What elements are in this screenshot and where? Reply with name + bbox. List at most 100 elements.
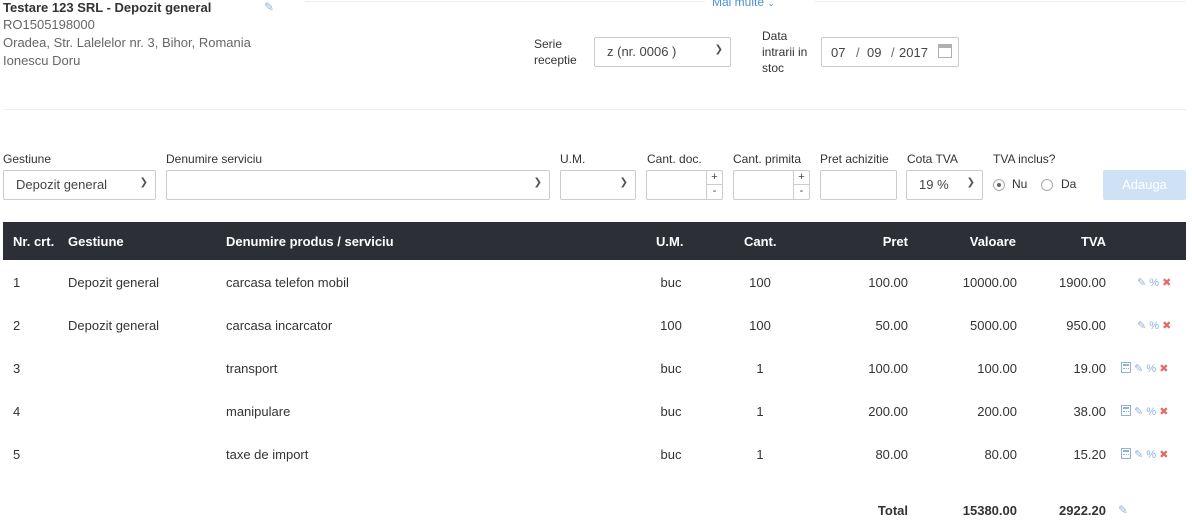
cell-valoare: 10000.00 <box>962 275 1017 290</box>
th-denumire: Denumire produs / serviciu <box>226 234 394 249</box>
cant-primita-input[interactable]: + - <box>733 170 810 200</box>
edit-company-pencil-icon[interactable]: ✎ <box>264 0 274 14</box>
date-label-line3: stoc <box>762 61 785 75</box>
discount-percent-icon[interactable]: % <box>1146 363 1156 375</box>
discount-percent-icon[interactable]: % <box>1146 406 1156 418</box>
row-actions: ✎ % ✖ <box>1137 276 1171 289</box>
cant-primita-minus-button[interactable]: - <box>794 185 809 198</box>
company-person: Ionescu Doru <box>3 53 81 68</box>
discount-percent-icon[interactable]: % <box>1149 277 1159 289</box>
delete-x-icon[interactable]: ✖ <box>1162 277 1171 289</box>
cell-um: buc <box>660 404 682 419</box>
cell-gestiune: Depozit general <box>68 318 160 333</box>
date-label: Data intrarii in stoc <box>762 28 807 76</box>
cant-doc-stepper[interactable]: + - <box>706 171 722 199</box>
cota-select-value: 19 % <box>919 177 949 192</box>
th-gestiune: Gestiune <box>68 234 124 249</box>
cell-cant: 100 <box>749 275 771 290</box>
edit-pencil-icon[interactable]: ✎ <box>1134 363 1143 375</box>
section-divider <box>3 109 1186 110</box>
delete-x-icon[interactable]: ✖ <box>1159 449 1168 461</box>
gestiune-select-value: Depozit general <box>16 177 108 192</box>
edit-pencil-icon[interactable]: ✎ <box>1134 406 1143 418</box>
cant-doc-minus-button[interactable]: - <box>707 185 722 198</box>
date-input[interactable]: 07 / 09 / 2017 <box>821 37 959 67</box>
cota-label: Cota TVA <box>907 152 958 166</box>
serie-label: Serie receptie <box>534 36 577 68</box>
cell-tva: 38.00 <box>1073 404 1106 419</box>
cell-tva: 950.00 <box>1066 318 1106 333</box>
edit-pencil-icon[interactable]: ✎ <box>1134 449 1143 461</box>
cell-valoare: 200.00 <box>977 404 1017 419</box>
gestiune-select[interactable]: Depozit general ❯ <box>3 170 156 200</box>
chevron-down-icon: ⌄ <box>767 0 775 8</box>
calculator-icon[interactable] <box>1121 362 1131 373</box>
cant-doc-plus-button[interactable]: + <box>707 171 722 185</box>
cell-denumire: carcasa telefon mobil <box>226 275 349 290</box>
total-label: Total <box>877 503 908 518</box>
calculator-icon[interactable] <box>1121 405 1131 416</box>
more-link[interactable]: Mai multe ⌄ <box>712 0 775 9</box>
cell-pret: 80.00 <box>875 447 908 462</box>
th-nr: Nr. crt. <box>13 234 55 249</box>
cell-cant: 1 <box>756 361 764 376</box>
cell-denumire: manipulare <box>226 404 291 419</box>
pret-label: Pret achizitie <box>820 152 889 166</box>
cell-nr: 1 <box>13 275 21 290</box>
serie-label-line1: Serie <box>534 37 563 51</box>
cell-pret: 100.00 <box>868 275 908 290</box>
denumire-select[interactable]: ❯ <box>166 170 550 200</box>
radio-da-label: Da <box>1061 177 1077 191</box>
more-link-label: Mai multe <box>712 0 765 9</box>
delete-x-icon[interactable]: ✖ <box>1162 320 1171 332</box>
cell-tva: 1900.00 <box>1059 275 1106 290</box>
cant-doc-input[interactable]: + - <box>646 170 723 200</box>
radio-nu-label: Nu <box>1012 177 1028 191</box>
serie-select[interactable]: z (nr. 0006 ) ❯ <box>594 37 731 67</box>
date-sep-1: / <box>856 45 860 60</box>
chevron-down-icon: ❯ <box>714 44 723 55</box>
cell-nr: 3 <box>13 361 21 376</box>
radio-da[interactable] <box>1041 179 1053 191</box>
cell-pret: 100.00 <box>868 361 908 376</box>
cant-doc-label: Cant. doc. <box>647 152 702 166</box>
cell-valoare: 5000.00 <box>970 318 1017 333</box>
th-um: U.M. <box>656 234 684 249</box>
delete-x-icon[interactable]: ✖ <box>1159 406 1168 418</box>
discount-percent-icon[interactable]: % <box>1146 449 1156 461</box>
cant-primita-label: Cant. primita <box>733 152 802 166</box>
gestiune-label: Gestiune <box>3 152 52 166</box>
discount-percent-icon[interactable]: % <box>1149 320 1159 332</box>
pret-input[interactable] <box>820 170 897 200</box>
delete-x-icon[interactable]: ✖ <box>1159 363 1168 375</box>
top-divider-left <box>305 1 705 2</box>
total-tva: 2922.20 <box>1059 503 1106 518</box>
tva-inclus-label: TVA inclus? <box>993 152 1056 166</box>
um-select[interactable]: ❯ <box>560 170 636 200</box>
cell-denumire: transport <box>226 361 278 376</box>
cell-um: buc <box>660 275 682 290</box>
cell-denumire: carcasa incarcator <box>226 318 333 333</box>
row-actions: ✎ % ✖ <box>1121 448 1168 461</box>
cant-primita-stepper[interactable]: + - <box>793 171 809 199</box>
calendar-icon[interactable] <box>938 44 952 58</box>
cell-tva: 19.00 <box>1073 361 1106 376</box>
edit-pencil-icon[interactable]: ✎ <box>1137 277 1146 289</box>
chevron-down-icon: ❯ <box>966 177 975 188</box>
row-actions: ✎ % ✖ <box>1121 362 1168 375</box>
cota-select[interactable]: 19 % ❯ <box>906 170 983 200</box>
date-day[interactable]: 07 <box>831 45 845 60</box>
cell-um: 100 <box>660 318 682 333</box>
company-address: Oradea, Str. Lalelelor nr. 3, Bihor, Rom… <box>3 35 251 50</box>
date-year[interactable]: 2017 <box>899 45 928 60</box>
radio-nu[interactable] <box>993 179 1005 191</box>
add-button[interactable]: Adauga <box>1103 170 1186 200</box>
cant-primita-plus-button[interactable]: + <box>794 171 809 185</box>
edit-total-pencil-icon[interactable]: ✎ <box>1118 503 1128 517</box>
cell-um: buc <box>660 447 682 462</box>
edit-pencil-icon[interactable]: ✎ <box>1137 320 1146 332</box>
row-actions: ✎ % ✖ <box>1121 405 1168 418</box>
calculator-icon[interactable] <box>1121 448 1131 459</box>
date-month[interactable]: 09 <box>867 45 881 60</box>
top-divider-right <box>815 1 1185 2</box>
